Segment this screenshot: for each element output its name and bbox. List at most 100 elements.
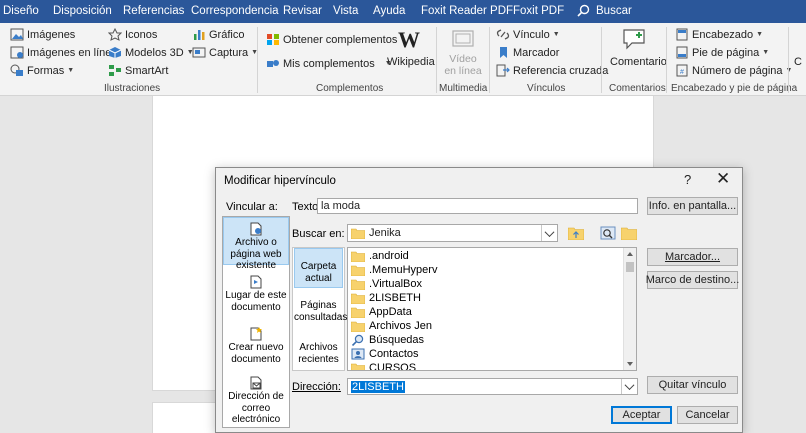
tab-ayuda[interactable]: Ayuda — [373, 0, 405, 23]
list-item[interactable]: .MemuHyperv — [351, 263, 437, 277]
group-label-multimedia: Multimedia — [439, 83, 488, 94]
document-place-icon — [250, 275, 262, 289]
browse-web-button[interactable] — [598, 224, 617, 242]
comment-button[interactable]: Comentario — [610, 56, 667, 68]
get-addins-button[interactable]: Obtener complementos — [266, 33, 397, 46]
tab-referencias[interactable]: Referencias — [123, 0, 184, 23]
bookmark-button[interactable]: Marcador — [496, 46, 559, 59]
link-to-email-address[interactable]: Dirección de correo electrónico — [223, 372, 289, 426]
divider — [489, 27, 490, 93]
ribbon: Imágenes Imágenes en línea Formas ▼ Icono… — [0, 23, 806, 96]
smartart-button[interactable]: SmartArt — [108, 64, 168, 77]
list-item[interactable]: Archivos Jen — [351, 319, 432, 333]
svg-text:#: # — [680, 69, 684, 76]
tab-foxit-pdf[interactable]: Foxit PDF — [513, 0, 564, 23]
cross-reference-button[interactable]: Referencia cruzada — [496, 64, 608, 77]
header-button[interactable]: Encabezado ▼ — [675, 28, 763, 41]
folder-icon — [351, 321, 365, 332]
look-in-select[interactable]: Jenika — [347, 224, 558, 242]
wikipedia-button-label[interactable]: Wikipedia — [387, 56, 435, 68]
email-icon — [250, 376, 262, 390]
ok-button[interactable]: Aceptar — [611, 406, 672, 424]
scrollbar-thumb[interactable] — [626, 262, 634, 272]
new-document-icon — [250, 327, 262, 341]
link-to-place-in-document[interactable]: Lugar de este documento — [223, 271, 289, 315]
link-to-existing-file[interactable]: Archivo o página web existente — [223, 217, 289, 271]
addins-icon — [267, 60, 279, 67]
browse-file-button[interactable] — [619, 224, 638, 242]
tab-diseno[interactable]: Diseño — [3, 0, 39, 23]
divider — [601, 27, 602, 93]
images-button[interactable]: Imágenes — [10, 28, 75, 41]
new-comment-icon — [623, 29, 645, 50]
folder-icon — [351, 293, 365, 304]
chart-button[interactable]: Gráfico — [192, 28, 244, 41]
close-button[interactable]: ✕ — [716, 170, 730, 187]
chevron-down-icon[interactable] — [621, 379, 637, 394]
list-item[interactable]: CURSOS — [351, 361, 416, 370]
list-item[interactable]: Contactos — [351, 347, 419, 361]
tab-revisar[interactable]: Revisar — [283, 0, 322, 23]
screenshot-icon — [192, 47, 206, 58]
online-images-button[interactable]: Imágenes en línea — [10, 46, 118, 59]
place-browsed-pages[interactable]: Páginas consultadas — [294, 300, 347, 326]
group-label-addins: Complementos — [316, 83, 384, 94]
image-icon — [10, 28, 24, 41]
tab-buscar[interactable]: Buscar — [596, 0, 632, 23]
ribbon-tab-bar: Diseño Disposición Referencias Correspon… — [0, 0, 806, 23]
saved-search-icon — [351, 334, 364, 346]
folder-icon — [351, 251, 365, 262]
list-item[interactable]: AppData — [351, 305, 412, 319]
divider — [257, 27, 258, 93]
wikipedia-logo-icon[interactable]: W — [398, 27, 420, 53]
address-input[interactable]: 2LISBETH — [347, 378, 638, 395]
online-image-icon — [10, 46, 24, 59]
tab-foxit-reader-pdf[interactable]: Foxit Reader PDF — [421, 0, 513, 23]
online-video-icon — [452, 30, 474, 47]
screenshot-button[interactable]: Captura ▼ — [192, 46, 258, 59]
link-to-new-document[interactable]: Crear nuevo documento — [223, 323, 289, 367]
text-to-display-input[interactable]: la moda — [317, 198, 638, 214]
search-icon[interactable] — [577, 4, 590, 17]
icons-button[interactable]: Iconos — [108, 28, 157, 41]
divider — [666, 27, 667, 93]
smartart-icon — [109, 65, 121, 76]
chevron-down-icon: ▼ — [756, 31, 764, 38]
cut-off-ribbon-label: C — [794, 56, 802, 68]
tab-disposicion[interactable]: Disposición — [53, 0, 112, 23]
shapes-button[interactable]: Formas ▼ — [10, 64, 74, 77]
screentip-button[interactable]: Info. en pantalla... — [647, 197, 738, 215]
list-item[interactable]: Búsquedas — [351, 333, 424, 347]
contacts-icon — [351, 348, 365, 360]
store-icon — [267, 34, 279, 45]
models-3d-button[interactable]: Modelos 3D ▼ — [108, 46, 194, 59]
chart-icon — [194, 30, 205, 40]
target-frame-button[interactable]: Marco de destino... — [646, 271, 739, 289]
scroll-up-icon[interactable] — [627, 252, 633, 256]
tab-correspondencia[interactable]: Correspondencia — [191, 0, 279, 23]
up-one-folder-button[interactable] — [566, 224, 585, 242]
dialog-title: Modificar hipervínculo — [224, 175, 336, 187]
file-list-scrollbar[interactable] — [623, 248, 636, 370]
folder-icon — [351, 307, 365, 318]
link-button[interactable]: Vínculo ▼ — [496, 28, 560, 41]
remove-link-button[interactable]: Quitar vínculo — [647, 376, 738, 394]
list-item[interactable]: .VirtualBox — [351, 277, 422, 291]
online-video-button[interactable]: Vídeo en línea — [444, 53, 482, 77]
chevron-down-icon: ▼ — [67, 67, 75, 74]
bookmark-button[interactable]: Marcador... — [647, 248, 738, 266]
place-current-folder[interactable]: Carpeta actual — [294, 248, 343, 288]
scroll-down-icon[interactable] — [627, 362, 633, 366]
tab-vista[interactable]: Vista — [333, 0, 358, 23]
group-label-comments: Comentarios — [609, 83, 666, 94]
footer-button[interactable]: Pie de página ▼ — [675, 46, 769, 59]
place-recent-files[interactable]: Archivos recientes — [294, 342, 343, 368]
list-item[interactable]: 2LISBETH — [351, 291, 421, 305]
cancel-button[interactable]: Cancelar — [677, 406, 738, 424]
folder-icon — [351, 279, 365, 290]
page-number-button[interactable]: # Número de página▼ — [675, 64, 792, 77]
my-addins-button[interactable]: Mis complementos ▼ — [266, 57, 392, 70]
list-item[interactable]: .android — [351, 249, 409, 263]
help-button[interactable]: ? — [684, 172, 691, 187]
chevron-down-icon[interactable] — [541, 225, 557, 241]
